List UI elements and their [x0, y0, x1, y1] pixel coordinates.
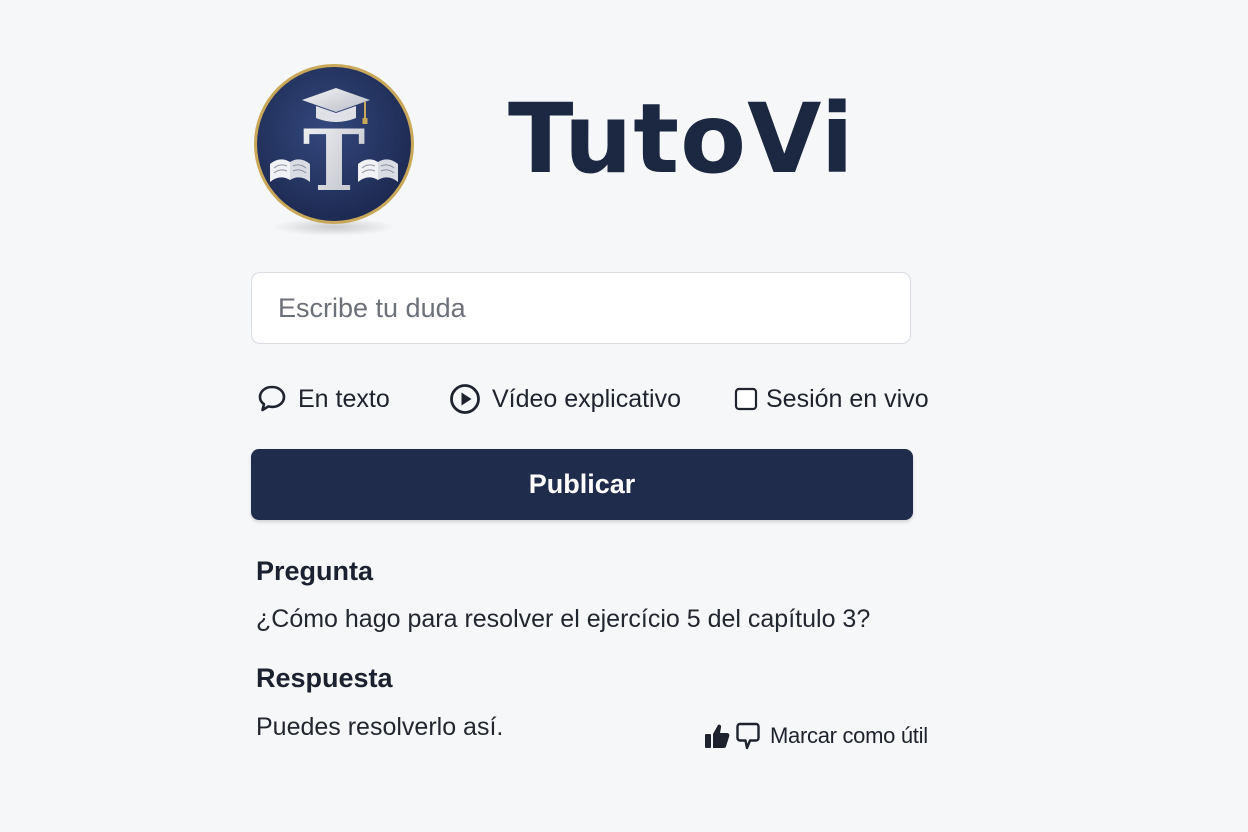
tutovi-logo: T	[252, 62, 416, 226]
option-text-answer-label: En texto	[298, 384, 390, 413]
answer-text: Puedes resolverlo así.	[256, 713, 504, 741]
question-text: ¿Cómo hago para resolver el ejercício 5 …	[256, 605, 871, 633]
thumbs-up-icon[interactable]	[704, 722, 730, 750]
checkbox-icon[interactable]	[734, 387, 758, 411]
option-live-session-label: Sesión en vivo	[766, 384, 929, 413]
question-heading: Pregunta	[256, 556, 374, 586]
mark-useful-label: Marcar como útil	[770, 723, 928, 748]
brand-name: TutoVi	[508, 83, 855, 195]
answer-heading: Respuesta	[256, 663, 393, 693]
thumbs-down-outline-icon[interactable]	[736, 721, 760, 751]
mark-useful-button[interactable]: Marcar como útil	[704, 718, 928, 754]
option-text-answer[interactable]: En texto	[256, 378, 390, 420]
svg-text:T: T	[303, 111, 366, 210]
play-circle-icon	[448, 382, 482, 416]
option-video-explanation[interactable]: Vídeo explicativo	[448, 378, 681, 420]
question-input[interactable]	[276, 291, 886, 325]
publish-button[interactable]: Publicar	[251, 449, 913, 520]
option-live-session[interactable]: Sesión en vivo	[734, 378, 929, 420]
question-input-box[interactable]	[251, 272, 911, 344]
option-video-explanation-label: Vídeo explicativo	[492, 384, 682, 413]
speech-bubble-icon	[256, 383, 288, 415]
